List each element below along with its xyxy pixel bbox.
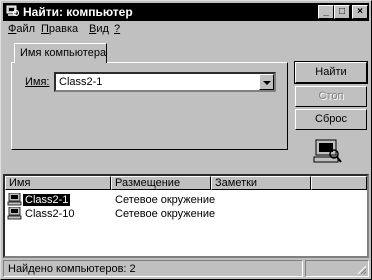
resize-grip-icon[interactable] [357, 265, 367, 275]
chevron-down-icon[interactable] [259, 74, 274, 90]
close-button[interactable]: × [352, 5, 368, 19]
column-header-name[interactable]: Имя [5, 176, 111, 190]
menu-view[interactable]: Вид [89, 23, 109, 35]
item-location: Сетевое окружение [115, 208, 216, 220]
tab-computer-name[interactable]: Имя компьютера [14, 43, 107, 63]
window-title: Найти: компьютер [23, 5, 133, 19]
computer-icon [7, 207, 22, 220]
status-text: Найдено компьютеров: 2 [8, 263, 136, 275]
results-list[interactable]: Имя Размещение Заметки Class2-1 Сетевое … [3, 174, 369, 258]
computer-icon [7, 193, 22, 206]
column-header-location[interactable]: Размещение [111, 176, 211, 190]
title-bar[interactable]: Найти: компьютер _ □ × [3, 3, 369, 21]
list-item[interactable]: Class2-10 Сетевое окружение [5, 207, 365, 221]
reset-button[interactable]: Сброс [295, 109, 367, 130]
search-computer-icon [6, 5, 20, 17]
column-header-filler [311, 176, 367, 190]
name-input[interactable]: Class2-1 [59, 76, 102, 88]
item-name: Class2-1 [23, 194, 71, 206]
name-label: Имя: [25, 76, 50, 88]
computer-search-icon [313, 139, 342, 163]
name-combobox[interactable]: Class2-1 [54, 72, 276, 92]
status-pane: Найдено компьютеров: 2 [3, 260, 303, 277]
menu-file[interactable]: Файл [8, 23, 35, 35]
menu-edit[interactable]: Правка [41, 23, 78, 35]
item-name: Class2-10 [25, 208, 75, 220]
stop-button[interactable]: Стоп [295, 86, 367, 107]
status-bar: Найдено компьютеров: 2 [3, 260, 369, 277]
find-button[interactable]: Найти [294, 61, 368, 84]
list-item[interactable]: Class2-1 Сетевое окружение [5, 193, 365, 207]
find-computer-window: Найти: компьютер _ □ × Файл Правка Вид ?… [0, 0, 372, 280]
column-header-notes[interactable]: Заметки [211, 176, 311, 190]
item-location: Сетевое окружение [115, 194, 216, 206]
menu-help[interactable]: ? [114, 23, 120, 35]
maximize-button[interactable]: □ [334, 5, 350, 19]
minimize-button[interactable]: _ [318, 5, 334, 19]
tab-label: Имя компьютера [20, 47, 107, 59]
menu-bar: Файл Правка Вид ? [3, 21, 369, 39]
